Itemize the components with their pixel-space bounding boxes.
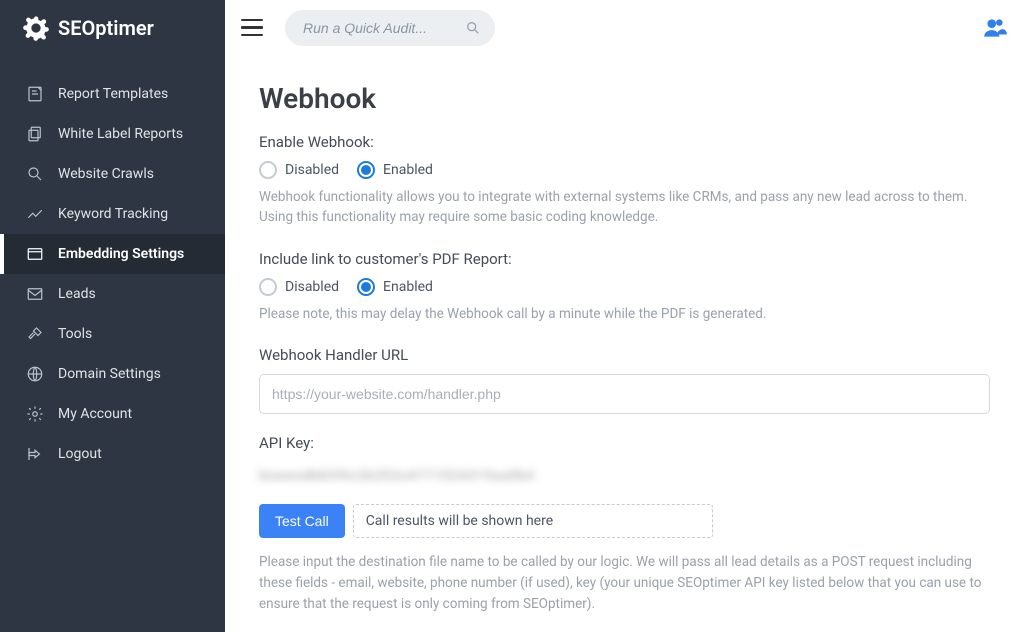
sidebar-item-tools[interactable]: Tools xyxy=(0,314,225,354)
sidebar-item-label: Tools xyxy=(58,326,92,342)
quick-audit-search-input[interactable] xyxy=(285,10,495,46)
call-result-box: Call results will be shown here xyxy=(353,504,713,538)
radio-label: Disabled xyxy=(285,279,339,295)
radio-selected-icon xyxy=(357,161,375,179)
sidebar-item-domain-settings[interactable]: Domain Settings xyxy=(0,354,225,394)
sidebar-item-logout[interactable]: Logout xyxy=(0,434,225,474)
radio-label: Enabled xyxy=(383,279,433,295)
embed-icon xyxy=(26,245,44,263)
sidebar-item-label: Domain Settings xyxy=(58,366,161,382)
chart-line-icon xyxy=(26,205,44,223)
mail-icon xyxy=(26,285,44,303)
sidebar-item-report-templates[interactable]: Report Templates xyxy=(0,74,225,114)
test-call-button[interactable]: Test Call xyxy=(259,504,345,538)
gear-icon xyxy=(26,405,44,423)
enable-webhook-enabled-option[interactable]: Enabled xyxy=(357,161,433,179)
sidebar-item-keyword-tracking[interactable]: Keyword Tracking xyxy=(0,194,225,234)
file-template-icon xyxy=(26,85,44,103)
logo-icon xyxy=(22,14,50,42)
hammer-icon xyxy=(26,325,44,343)
include-pdf-label: Include link to customer's PDF Report: xyxy=(259,250,990,268)
api-key-value: bnewndb839lc2k252o4771024315ea0b4 xyxy=(259,468,535,484)
include-pdf-enabled-option[interactable]: Enabled xyxy=(357,278,433,296)
sidebar-item-label: Report Templates xyxy=(58,86,168,102)
menu-toggle-button[interactable] xyxy=(241,16,265,40)
radio-icon xyxy=(259,278,277,296)
include-pdf-disabled-option[interactable]: Disabled xyxy=(259,278,339,296)
file-copy-icon xyxy=(26,125,44,143)
sidebar-item-embedding-settings[interactable]: Embedding Settings xyxy=(0,234,225,274)
search-icon xyxy=(465,20,481,36)
sidebar-item-label: Logout xyxy=(58,446,102,462)
sidebar-item-white-label-reports[interactable]: White Label Reports xyxy=(0,114,225,154)
users-icon[interactable] xyxy=(982,15,1008,41)
radio-label: Disabled xyxy=(285,162,339,178)
sidebar-nav: Report Templates White Label Reports Web… xyxy=(0,56,225,474)
search-icon xyxy=(26,165,44,183)
sidebar-item-label: My Account xyxy=(58,406,132,422)
sidebar-item-label: Website Crawls xyxy=(58,166,154,182)
destination-help: Please input the destination file name t… xyxy=(259,552,990,615)
page-content: Webhook Enable Webhook: Disabled Enabled… xyxy=(225,56,1024,632)
page-title: Webhook xyxy=(259,82,990,115)
api-key-label: API Key: xyxy=(259,434,990,452)
brand-logo[interactable]: SEOptimer xyxy=(0,0,225,56)
webhook-handler-url-input[interactable] xyxy=(259,374,990,414)
brand-name: SEOptimer xyxy=(58,16,154,40)
globe-icon xyxy=(26,365,44,383)
logout-icon xyxy=(26,445,44,463)
enable-webhook-disabled-option[interactable]: Disabled xyxy=(259,161,339,179)
sidebar-item-my-account[interactable]: My Account xyxy=(0,394,225,434)
handler-url-label: Webhook Handler URL xyxy=(259,346,990,364)
sidebar-item-label: White Label Reports xyxy=(58,126,183,142)
enable-webhook-help: Webhook functionality allows you to inte… xyxy=(259,187,990,228)
sidebar-item-label: Embedding Settings xyxy=(58,246,184,262)
radio-label: Enabled xyxy=(383,162,433,178)
radio-icon xyxy=(259,161,277,179)
sidebar-item-leads[interactable]: Leads xyxy=(0,274,225,314)
sidebar: SEOptimer Report Templates White Label R… xyxy=(0,0,225,632)
enable-webhook-label: Enable Webhook: xyxy=(259,133,990,151)
include-pdf-help: Please note, this may delay the Webhook … xyxy=(259,304,990,324)
sidebar-item-label: Keyword Tracking xyxy=(58,206,168,222)
radio-selected-icon xyxy=(357,278,375,296)
sidebar-item-label: Leads xyxy=(58,286,96,302)
sidebar-item-website-crawls[interactable]: Website Crawls xyxy=(0,154,225,194)
topbar xyxy=(225,0,1024,56)
